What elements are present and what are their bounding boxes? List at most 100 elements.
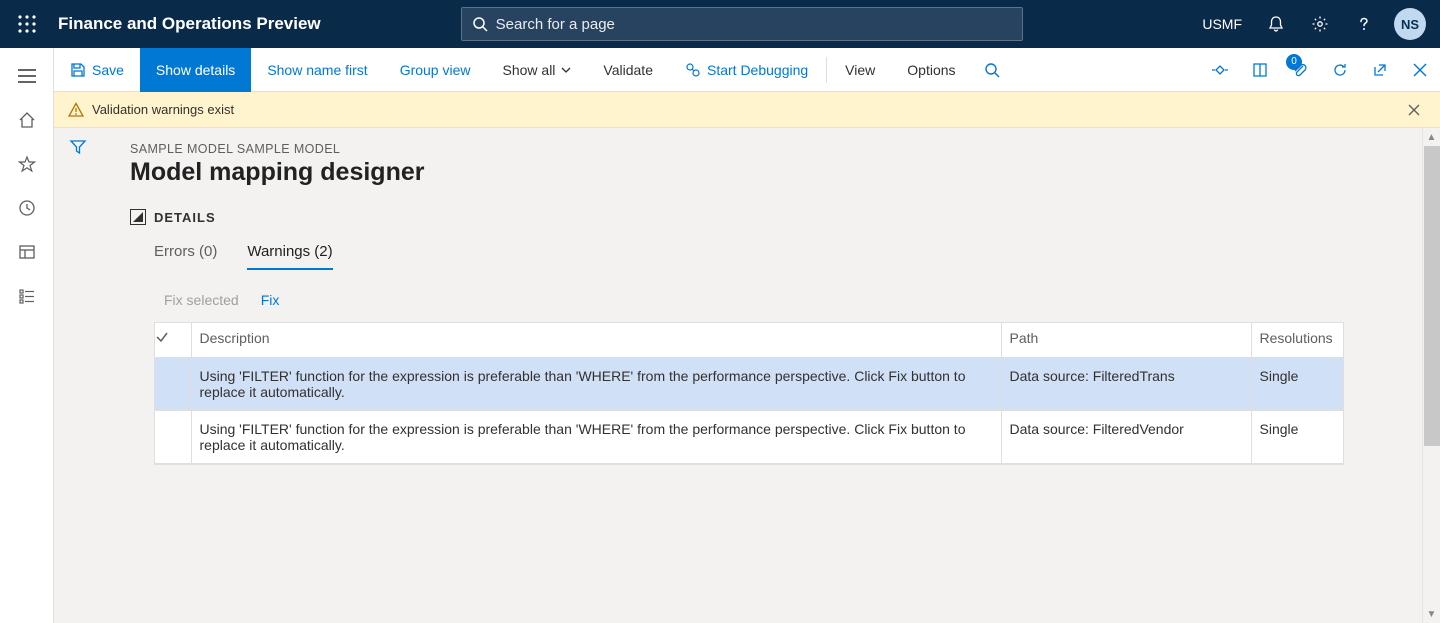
view-label: View	[845, 62, 875, 78]
star-icon	[18, 155, 36, 173]
close-page-button[interactable]	[1400, 48, 1440, 92]
filter-icon	[69, 138, 87, 156]
show-name-first-label: Show name first	[267, 62, 367, 78]
scroll-up-arrow[interactable]: ▲	[1423, 128, 1440, 146]
modules-icon	[18, 287, 36, 305]
nav-workspaces[interactable]	[0, 230, 54, 274]
validate-label: Validate	[603, 62, 653, 78]
show-details-button[interactable]: Show details	[140, 48, 251, 92]
action-bar: Save Show details Show name first Group …	[54, 48, 1440, 92]
fix-button[interactable]: Fix	[261, 292, 280, 308]
row-select-cell[interactable]	[155, 410, 191, 463]
validation-banner: Validation warnings exist	[54, 92, 1440, 128]
company-picker[interactable]: USMF	[1192, 16, 1252, 32]
hamburger-icon	[18, 69, 36, 83]
refresh-button[interactable]	[1320, 48, 1360, 92]
book-icon	[1252, 62, 1268, 78]
bell-icon	[1267, 15, 1285, 33]
nav-favorites[interactable]	[0, 142, 54, 186]
collapse-box-icon	[130, 209, 146, 225]
global-search[interactable]	[461, 7, 1023, 41]
diamond-icon	[1212, 62, 1228, 78]
col-path[interactable]: Path	[1001, 323, 1251, 357]
grid-header-row: Description Path Resolutions	[155, 323, 1343, 357]
close-icon	[1408, 104, 1420, 116]
home-icon	[18, 111, 36, 129]
attachments-button[interactable]: 0	[1280, 48, 1320, 92]
show-details-label: Show details	[156, 62, 235, 78]
nav-modules[interactable]	[0, 274, 54, 318]
clock-icon	[18, 199, 36, 217]
details-section-toggle[interactable]: DETAILS	[130, 209, 1440, 225]
cell-resolutions: Single	[1251, 357, 1343, 410]
nav-collapse-button[interactable]	[0, 54, 54, 98]
personalize-button[interactable]	[1200, 48, 1240, 92]
vertical-scrollbar[interactable]: ▲ ▼	[1422, 128, 1440, 623]
fix-selected-button: Fix selected	[164, 292, 239, 308]
banner-close-button[interactable]	[1402, 98, 1426, 122]
filter-pane-toggle[interactable]	[69, 138, 87, 623]
cell-description: Using 'FILTER' function for the expressi…	[191, 357, 1001, 410]
attachments-badge: 0	[1286, 54, 1302, 70]
nav-recent[interactable]	[0, 186, 54, 230]
question-icon	[1355, 15, 1373, 33]
search-icon	[984, 62, 1000, 78]
warning-icon	[68, 102, 84, 118]
warnings-grid: Description Path Resolutions Using 'FILT…	[154, 322, 1344, 465]
scroll-down-arrow[interactable]: ▼	[1423, 605, 1440, 623]
cell-path: Data source: FilteredVendor	[1001, 410, 1251, 463]
view-menu[interactable]: View	[829, 48, 891, 92]
nav-home[interactable]	[0, 98, 54, 142]
settings-button[interactable]	[1300, 0, 1340, 48]
start-debugging-label: Start Debugging	[707, 62, 808, 78]
group-view-label: Group view	[400, 62, 471, 78]
notifications-button[interactable]	[1256, 0, 1296, 48]
select-all-header[interactable]	[155, 323, 191, 357]
validate-button[interactable]: Validate	[587, 48, 669, 92]
save-button[interactable]: Save	[54, 48, 140, 92]
save-label: Save	[92, 62, 124, 78]
details-label: DETAILS	[154, 210, 216, 225]
table-row[interactable]: Using 'FILTER' function for the expressi…	[155, 410, 1343, 463]
chevron-down-icon	[561, 65, 571, 75]
workspace-icon	[18, 243, 36, 261]
user-avatar[interactable]: NS	[1394, 8, 1426, 40]
show-name-first-button[interactable]: Show name first	[251, 48, 383, 92]
group-view-button[interactable]: Group view	[384, 48, 487, 92]
find-button[interactable]	[972, 48, 1012, 92]
page-options-button[interactable]	[1240, 48, 1280, 92]
global-search-input[interactable]	[488, 16, 1012, 33]
row-select-cell[interactable]	[155, 357, 191, 410]
gear-icon	[1311, 15, 1329, 33]
left-nav-rail	[0, 48, 54, 623]
table-row[interactable]: Using 'FILTER' function for the expressi…	[155, 357, 1343, 410]
tab-errors[interactable]: Errors (0)	[154, 243, 217, 270]
separator	[826, 57, 827, 83]
app-launcher[interactable]	[0, 0, 54, 48]
options-menu[interactable]: Options	[891, 48, 971, 92]
popout-icon	[1372, 62, 1388, 78]
scroll-thumb[interactable]	[1424, 146, 1440, 446]
cell-resolutions: Single	[1251, 410, 1343, 463]
debug-icon	[685, 62, 701, 78]
popout-button[interactable]	[1360, 48, 1400, 92]
search-icon	[472, 16, 488, 32]
app-title: Finance and Operations Preview	[54, 14, 321, 34]
cell-description: Using 'FILTER' function for the expressi…	[191, 410, 1001, 463]
show-all-dropdown[interactable]: Show all	[487, 48, 588, 92]
refresh-icon	[1332, 62, 1348, 78]
banner-message: Validation warnings exist	[92, 102, 234, 117]
help-button[interactable]	[1344, 0, 1384, 48]
breadcrumb: SAMPLE MODEL SAMPLE MODEL	[130, 142, 1440, 156]
options-label: Options	[907, 62, 955, 78]
start-debugging-button[interactable]: Start Debugging	[669, 48, 824, 92]
tab-warnings[interactable]: Warnings (2)	[247, 243, 332, 270]
show-all-label: Show all	[503, 62, 556, 78]
details-tabs: Errors (0) Warnings (2)	[130, 243, 1440, 270]
col-resolutions[interactable]: Resolutions	[1251, 323, 1343, 357]
col-description[interactable]: Description	[191, 323, 1001, 357]
checkmark-icon	[155, 330, 169, 344]
save-icon	[70, 62, 86, 78]
page-title: Model mapping designer	[130, 158, 1440, 187]
close-icon	[1413, 63, 1427, 77]
